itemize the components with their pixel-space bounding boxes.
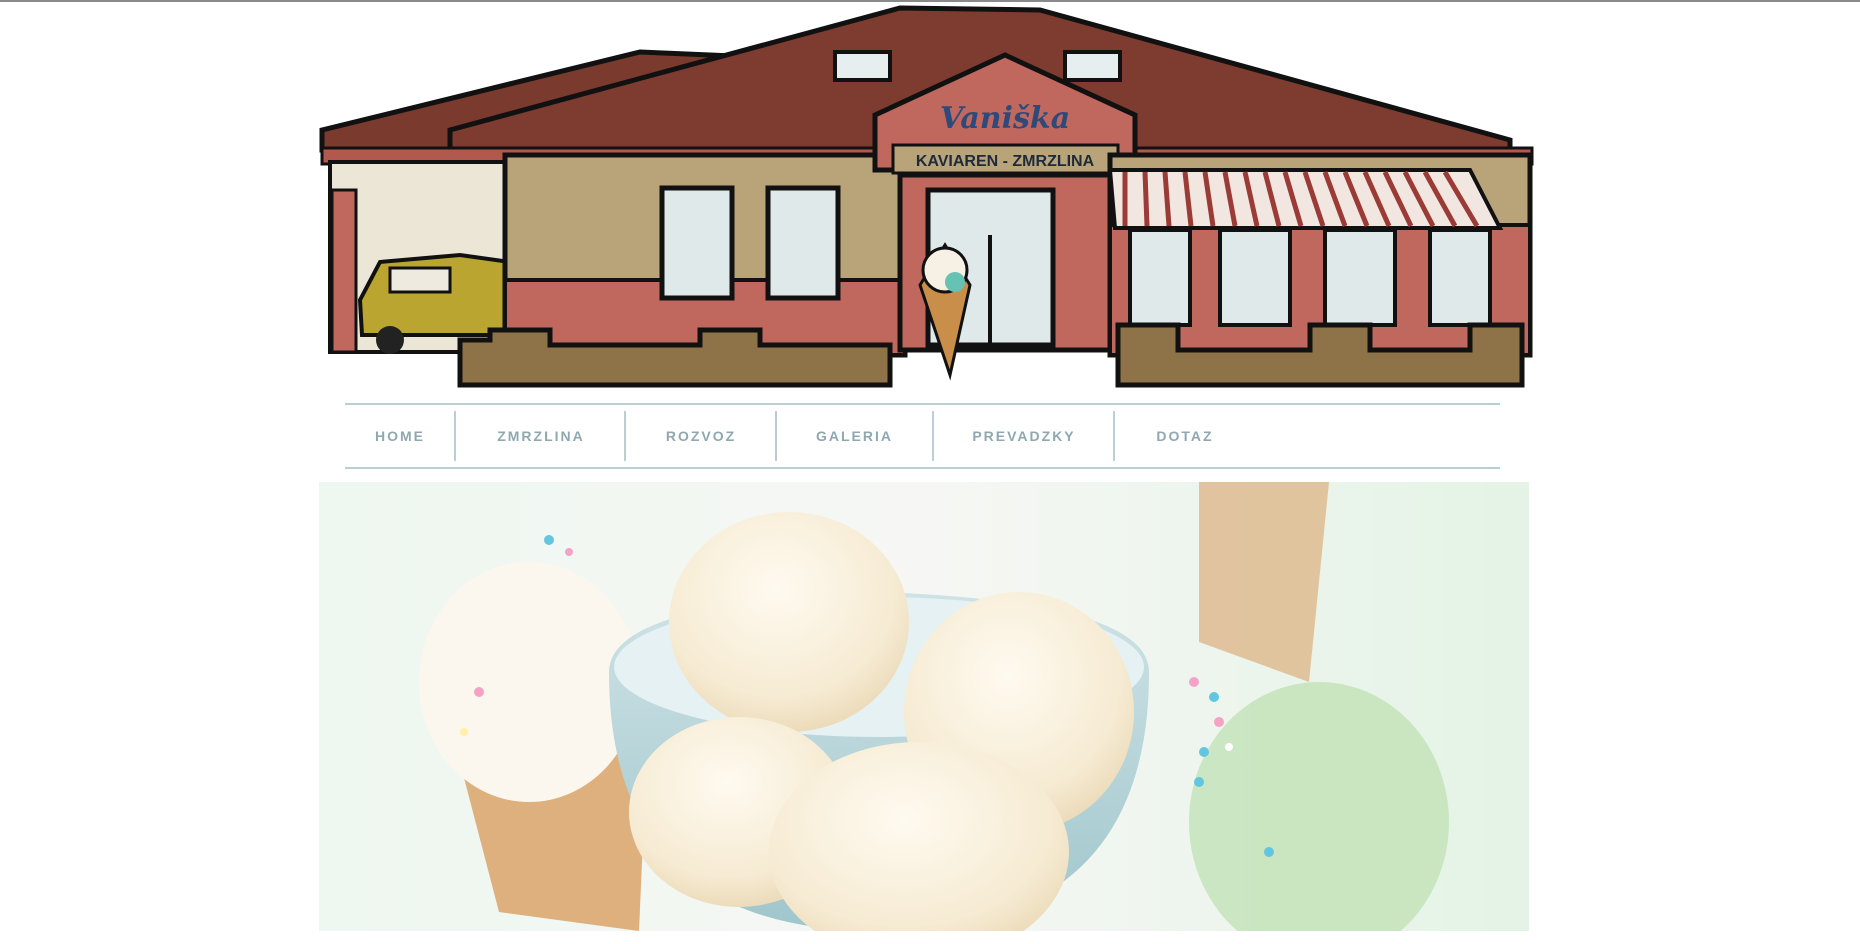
nav-item-rozvoz[interactable]: ROZVOZ: [626, 405, 776, 467]
nav-item-prevadzky[interactable]: PREVADZKY: [934, 405, 1114, 467]
sign-logo: Vaniška: [940, 101, 1070, 136]
nav-item-home[interactable]: HOME: [345, 405, 455, 467]
header-building-illustration: Vaniška KAVIAREN - ZMRZLINA: [319, 5, 1534, 388]
nav-item-dotaz[interactable]: DOTAZ: [1115, 405, 1255, 467]
hero-ice-cream-image: [319, 482, 1529, 931]
hero-banner: [319, 482, 1529, 931]
nav-item-zmrzlina[interactable]: ZMRZLINA: [456, 405, 626, 467]
nav-item-galeria[interactable]: GALERIA: [777, 405, 932, 467]
nav-bottom-rule: [345, 467, 1500, 469]
main-navigation: HOME ZMRZLINA ROZVOZ GALERIA PREVADZKY D…: [345, 403, 1500, 469]
sign-text: KAVIAREN - ZMRZLINA: [916, 153, 1095, 170]
